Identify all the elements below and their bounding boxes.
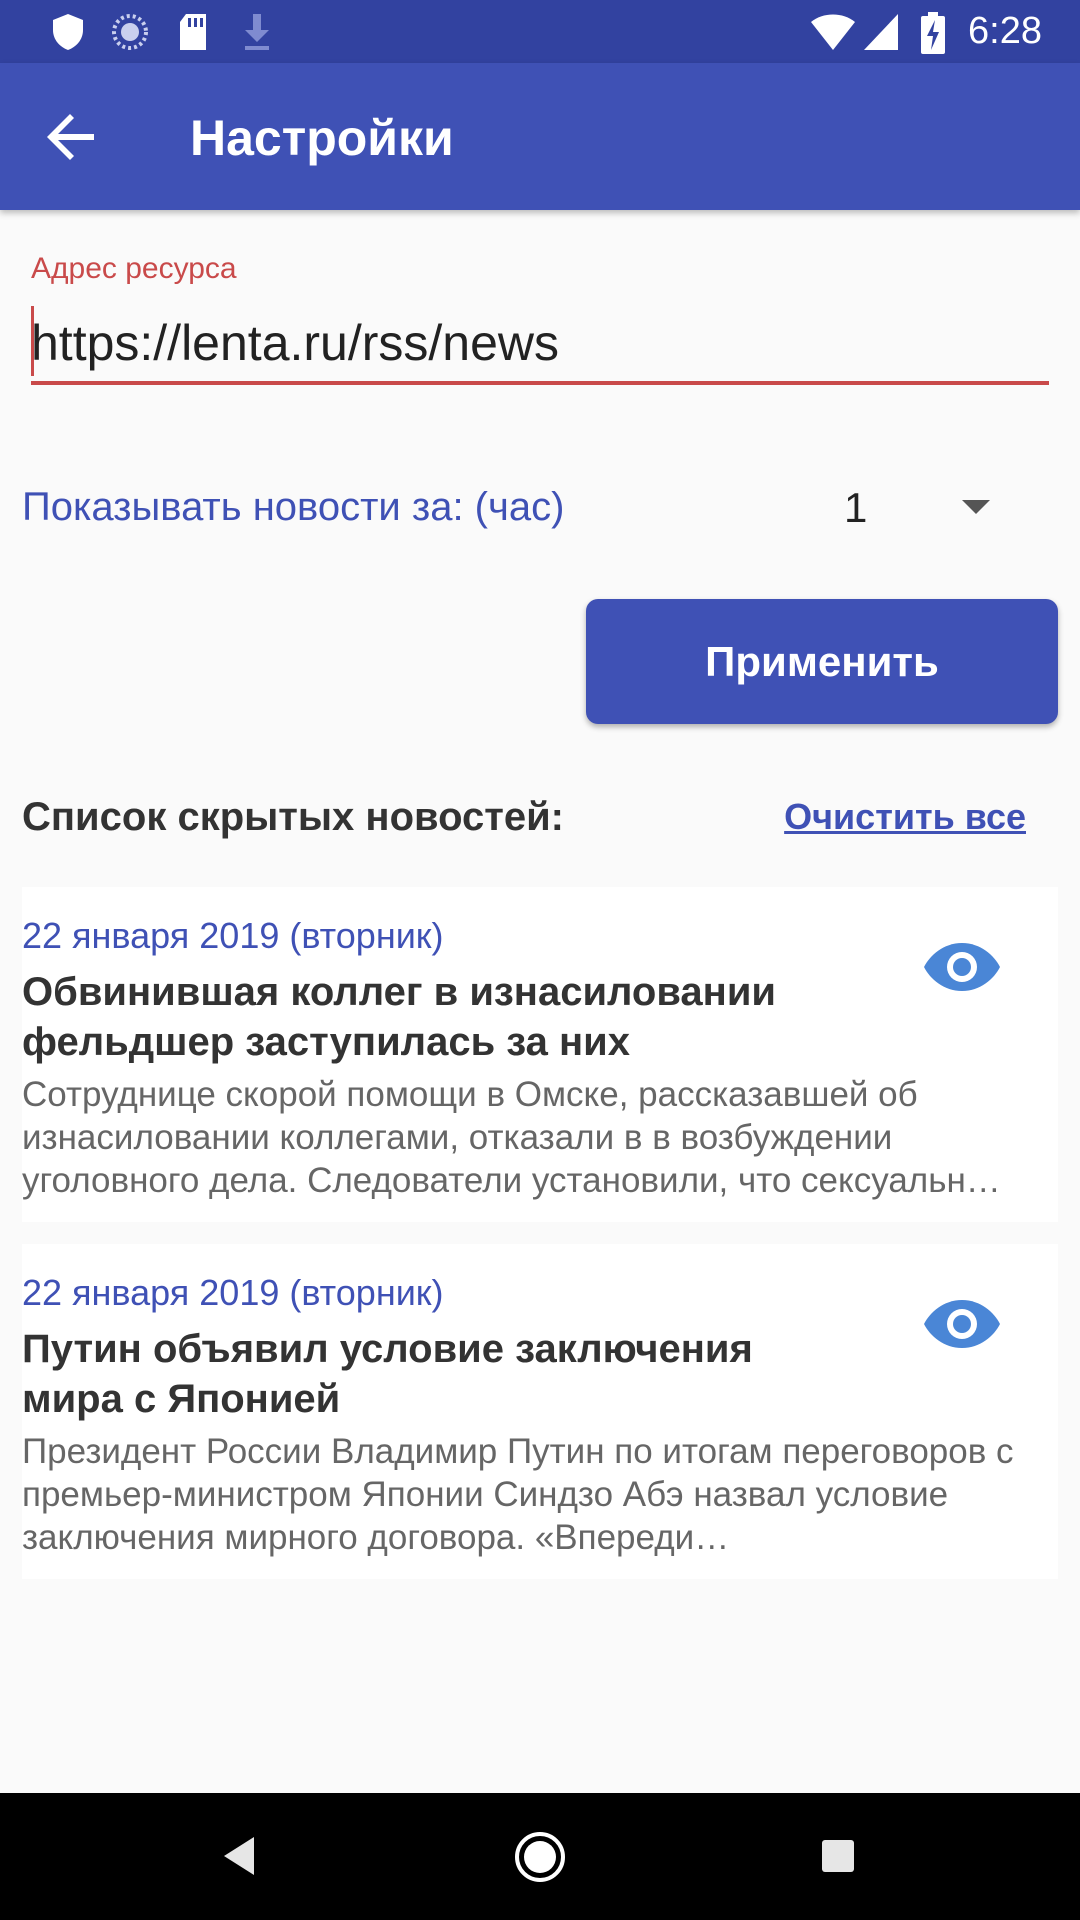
resource-url-input[interactable] [31,305,1049,385]
period-spinner[interactable]: 1 [830,470,1030,540]
recents-square-icon[interactable] [820,1838,856,1874]
period-selected-value: 1 [844,484,868,531]
resource-field-label: Адрес ресурса [31,252,237,285]
shield-icon [53,14,83,50]
battery-charging-icon [921,12,945,54]
hidden-news-item[interactable]: 22 января 2019 (вторник) Обвинившая колл… [22,887,1058,1222]
app-bar: Настройки [0,63,1080,210]
sd-card-icon [180,14,206,50]
period-label: Показывать новости за: (час) [22,485,565,529]
status-time: 6:28 [968,10,1042,52]
home-circle-icon[interactable] [514,1831,566,1883]
page-title: Настройки [190,110,454,166]
navigation-bar [0,1793,1080,1920]
clear-all-link[interactable]: Очистить все [784,796,1026,838]
news-date: 22 января 2019 (вторник) [22,915,444,956]
sync-icon [112,14,148,50]
back-triangle-icon[interactable] [222,1835,256,1877]
arrow-left-icon[interactable] [46,111,98,163]
news-date: 22 января 2019 (вторник) [22,1272,444,1313]
hidden-news-title: Список скрытых новостей: [22,795,564,839]
news-summary: Сотруднице скорой помощи в Омске, расска… [22,1075,1001,1200]
eye-icon[interactable] [922,1296,1002,1352]
apply-button[interactable]: Применить [586,599,1058,724]
wifi-icon [811,14,855,50]
dropdown-arrow-icon [962,500,990,514]
status-bar: 6:28 [0,0,1080,63]
signal-icon [864,14,898,50]
hidden-news-item[interactable]: 22 января 2019 (вторник) Путин объявил у… [22,1244,1058,1579]
news-headline: Обвинившая коллег в изнасиловании фельдш… [22,970,777,1064]
download-icon [245,14,269,50]
news-headline: Путин объявил условие заключения мира с … [22,1327,753,1421]
eye-icon[interactable] [922,939,1002,995]
news-summary: Президент России Владимир Путин по итога… [22,1432,1014,1557]
text-cursor [31,306,34,376]
